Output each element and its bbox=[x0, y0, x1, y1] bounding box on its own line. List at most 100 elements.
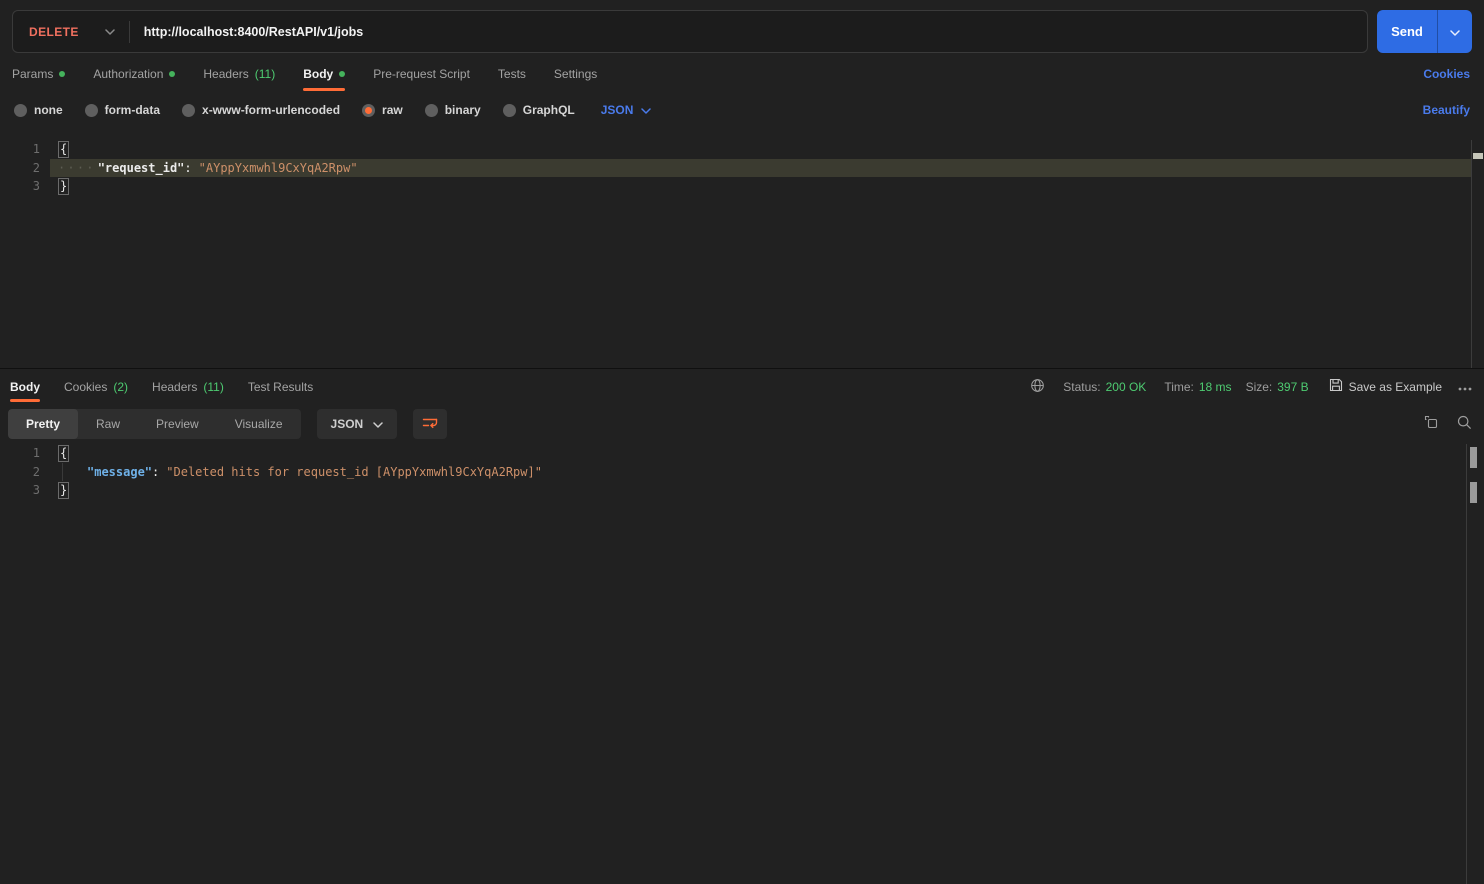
view-preview[interactable]: Preview bbox=[138, 409, 217, 439]
response-line-3: 3 } bbox=[0, 481, 1484, 500]
ruler-mark bbox=[1470, 447, 1477, 468]
tab-prerequest-label: Pre-request Script bbox=[373, 67, 470, 81]
method-selector[interactable]: DELETE bbox=[13, 11, 129, 52]
whitespace-dots: ···· bbox=[58, 159, 96, 178]
status-badge: Status: 200 OK bbox=[1063, 380, 1146, 394]
raw-format-select[interactable]: JSON bbox=[601, 103, 652, 117]
postman-request-view: DELETE Send Params Authorization bbox=[0, 0, 1484, 884]
response-header: Body Cookies (2) Headers (11) Test Resul… bbox=[0, 369, 1484, 404]
search-icon bbox=[1457, 415, 1472, 433]
save-as-example-label: Save as Example bbox=[1349, 380, 1442, 394]
response-format-label: JSON bbox=[331, 417, 364, 431]
tab-headers[interactable]: Headers (11) bbox=[203, 55, 275, 93]
size-badge: Size: 397 B bbox=[1246, 380, 1309, 394]
radio-urlencoded-label: x-www-form-urlencoded bbox=[202, 103, 340, 117]
response-tab-headers-label: Headers bbox=[152, 380, 197, 394]
response-options-button[interactable] bbox=[1458, 380, 1472, 394]
response-view-switcher: Pretty Raw Preview Visualize bbox=[8, 409, 301, 439]
send-button-group: Send bbox=[1377, 10, 1472, 53]
raw-format-label: JSON bbox=[601, 103, 634, 117]
search-response-button[interactable] bbox=[1457, 415, 1472, 433]
line-number: 1 bbox=[0, 444, 40, 463]
json-value: "Deleted hits for request_id [AYppYxmwhl… bbox=[166, 463, 542, 482]
radio-graphql[interactable]: GraphQL bbox=[503, 103, 575, 117]
response-body-viewer[interactable]: 1 { 2 "message": "Deleted hits for reques… bbox=[0, 444, 1484, 884]
close-brace: } bbox=[58, 482, 69, 499]
radio-binary[interactable]: binary bbox=[425, 103, 481, 117]
request-body-editor[interactable]: 1 { 2 ····"request_id":"AYppYxmwhl9CxYqA… bbox=[0, 140, 1484, 369]
wrap-text-button[interactable] bbox=[413, 409, 447, 439]
response-tab-headers-count: (11) bbox=[203, 380, 223, 394]
tab-authorization[interactable]: Authorization bbox=[93, 55, 175, 93]
response-tab-cookies-label: Cookies bbox=[64, 380, 107, 394]
view-raw[interactable]: Raw bbox=[78, 409, 138, 439]
beautify-link[interactable]: Beautify bbox=[1423, 103, 1470, 117]
view-visualize[interactable]: Visualize bbox=[217, 409, 301, 439]
view-preview-label: Preview bbox=[156, 417, 199, 431]
response-tab-cookies[interactable]: Cookies (2) bbox=[64, 369, 128, 404]
ruler-highlight-mark bbox=[1473, 153, 1483, 159]
json-key: "message" bbox=[87, 463, 152, 482]
send-options-button[interactable] bbox=[1437, 10, 1472, 53]
response-tab-body[interactable]: Body bbox=[10, 369, 40, 404]
response-tab-body-label: Body bbox=[10, 380, 40, 394]
tab-tests[interactable]: Tests bbox=[498, 55, 526, 93]
line-number: 3 bbox=[0, 481, 40, 500]
response-tabs: Body Cookies (2) Headers (11) Test Resul… bbox=[10, 369, 313, 404]
size-label: Size: bbox=[1246, 380, 1273, 394]
tab-params-label: Params bbox=[12, 67, 53, 81]
radio-icon bbox=[503, 104, 516, 117]
response-line-2: 2 "message": "Deleted hits for request_id… bbox=[0, 463, 1484, 482]
response-format-select[interactable]: JSON bbox=[317, 409, 398, 439]
response-tab-cookies-count: (2) bbox=[113, 380, 128, 394]
line-number: 1 bbox=[0, 140, 40, 159]
line-number: 2 bbox=[0, 463, 40, 482]
tab-authorization-label: Authorization bbox=[93, 67, 163, 81]
view-pretty[interactable]: Pretty bbox=[8, 409, 78, 439]
tab-body[interactable]: Body bbox=[303, 55, 345, 93]
json-value: "AYppYxmwhl9CxYqA2Rpw" bbox=[199, 159, 358, 178]
line-number: 2 bbox=[0, 159, 40, 178]
chevron-down-icon bbox=[373, 417, 383, 431]
status-label: Status: bbox=[1063, 380, 1100, 394]
radio-selected-icon bbox=[362, 104, 375, 117]
radio-none-label: none bbox=[34, 103, 63, 117]
response-tab-test-results-label: Test Results bbox=[248, 380, 313, 394]
indent-guide bbox=[62, 463, 63, 482]
network-info-button[interactable] bbox=[1030, 378, 1045, 396]
send-button[interactable]: Send bbox=[1377, 10, 1437, 53]
tab-tests-label: Tests bbox=[498, 67, 526, 81]
radio-raw[interactable]: raw bbox=[362, 103, 403, 117]
json-colon: : bbox=[152, 463, 159, 482]
radio-icon bbox=[425, 104, 438, 117]
radio-icon bbox=[182, 104, 195, 117]
radio-none[interactable]: none bbox=[14, 103, 63, 117]
tab-params[interactable]: Params bbox=[12, 55, 65, 93]
response-toolbar-actions bbox=[1424, 415, 1472, 433]
save-as-example-button[interactable]: Save as Example bbox=[1329, 378, 1442, 395]
time-value: 18 ms bbox=[1199, 380, 1232, 394]
chevron-down-icon bbox=[105, 29, 115, 35]
size-value: 397 B bbox=[1277, 380, 1308, 394]
response-tab-headers[interactable]: Headers (11) bbox=[152, 369, 224, 404]
tab-prerequest-script[interactable]: Pre-request Script bbox=[373, 55, 470, 93]
radio-form-data-label: form-data bbox=[105, 103, 160, 117]
status-value: 200 OK bbox=[1106, 380, 1147, 394]
request-editor-line-2: 2 ····"request_id":"AYppYxmwhl9CxYqA2Rpw… bbox=[0, 159, 1484, 178]
ellipsis-icon bbox=[1458, 380, 1472, 394]
tab-headers-count: (11) bbox=[255, 67, 275, 81]
radio-graphql-label: GraphQL bbox=[523, 103, 575, 117]
editor-overview-ruler bbox=[1471, 140, 1484, 368]
line-number: 3 bbox=[0, 177, 40, 196]
tab-settings[interactable]: Settings bbox=[554, 55, 597, 93]
save-icon bbox=[1329, 378, 1343, 395]
cookies-link[interactable]: Cookies bbox=[1423, 67, 1470, 81]
time-label: Time: bbox=[1164, 380, 1194, 394]
url-input[interactable] bbox=[130, 11, 1367, 52]
radio-form-data[interactable]: form-data bbox=[85, 103, 160, 117]
radio-x-www-form-urlencoded[interactable]: x-www-form-urlencoded bbox=[182, 103, 340, 117]
copy-response-button[interactable] bbox=[1424, 415, 1439, 433]
response-line-1: 1 { bbox=[0, 444, 1484, 463]
response-tab-test-results[interactable]: Test Results bbox=[248, 369, 313, 404]
request-editor-line-3: 3 } bbox=[0, 177, 1484, 196]
